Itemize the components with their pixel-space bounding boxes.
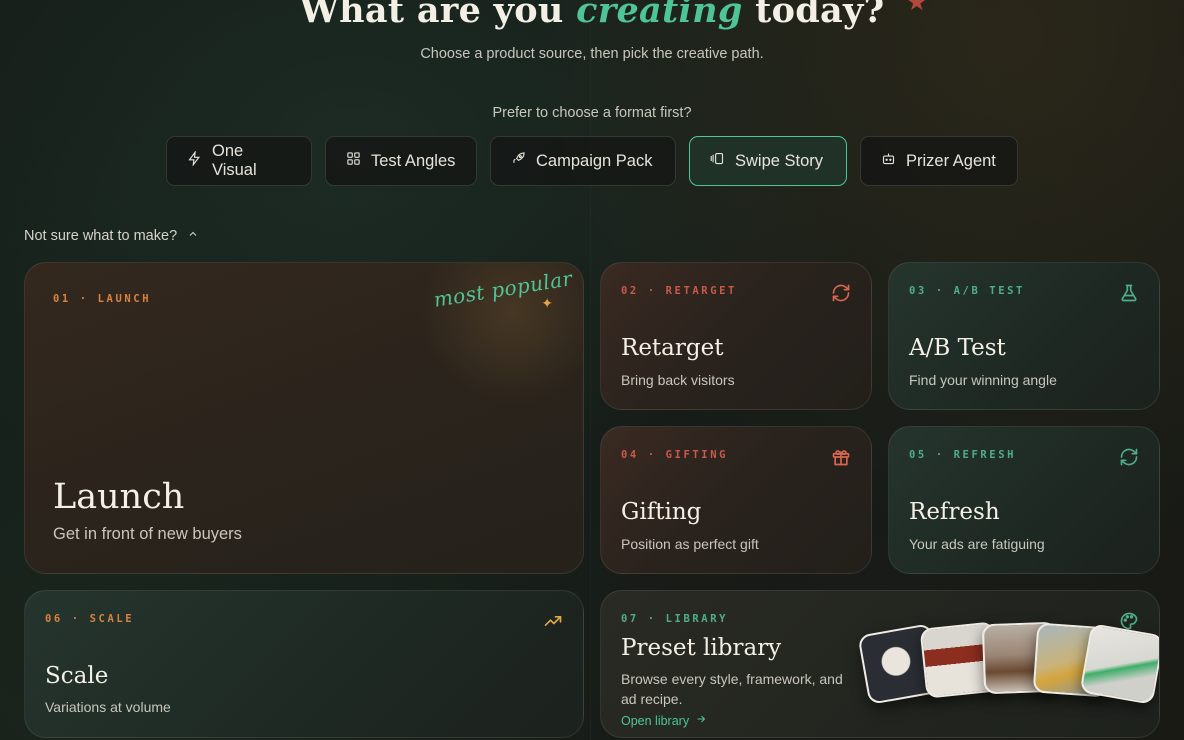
card-subtitle: Browse every style, framework, and ad re…: [621, 671, 843, 707]
card-tag: 07 · LIBRARY: [621, 613, 729, 625]
not-sure-label: Not sure what to make?: [24, 228, 178, 244]
card-tag: 04 · GIFTING: [621, 449, 729, 461]
card-retarget[interactable]: 02 · RETARGET Retarget Bring back visito…: [600, 262, 872, 410]
flask-icon: [1119, 283, 1139, 303]
card-subtitle: Bring back visitors: [621, 372, 735, 388]
format-label: Prizer Agent: [906, 151, 996, 170]
trending-up-icon: [543, 611, 563, 631]
format-prizer-agent-button[interactable]: Prizer Agent: [860, 136, 1018, 186]
format-label: Campaign Pack: [536, 151, 653, 170]
card-tag: 05 · REFRESH: [909, 449, 1017, 461]
format-prompt: Prefer to choose a format first?: [492, 105, 692, 121]
format-label: Test Angles: [371, 151, 456, 170]
card-tag: 06 · SCALE: [45, 613, 135, 625]
card-title: Preset library: [621, 635, 782, 661]
page-subtitle: Choose a product source, then pick the c…: [420, 46, 764, 62]
card-title: Launch: [53, 477, 185, 517]
format-swipe-story-button[interactable]: Swipe Story: [689, 136, 847, 186]
page-title: What are you creating today?: [299, 0, 885, 31]
card-subtitle: Your ads are fatiguing: [909, 536, 1045, 552]
card-title: Retarget: [621, 335, 724, 361]
card-subtitle: Variations at volume: [45, 699, 171, 715]
lightning-icon: [187, 150, 202, 171]
card-title: Gifting: [621, 499, 702, 525]
not-sure-toggle[interactable]: Not sure what to make?: [24, 228, 199, 244]
card-preset-library[interactable]: 07 · LIBRARY Preset library Browse every…: [600, 590, 1160, 738]
chevron-up-icon: [187, 228, 199, 244]
grid-icon: [346, 151, 361, 171]
preset-thumbnail: [1079, 623, 1159, 705]
preset-thumbnails: [857, 621, 1159, 711]
card-title: Scale: [45, 663, 109, 689]
card-launch[interactable]: 01 · LAUNCH most popular ✦ Launch Get in…: [24, 262, 584, 574]
rocket-icon: [511, 151, 526, 171]
open-library-label: Open library: [621, 713, 690, 728]
format-selector: One Visual Test Angles Campaign Pack Swi…: [0, 136, 1184, 186]
refresh-icon: [1119, 447, 1139, 467]
card-tag: 02 · RETARGET: [621, 285, 737, 297]
refresh-icon: [831, 283, 851, 303]
format-campaign-pack-button[interactable]: Campaign Pack: [490, 136, 676, 186]
carousel-icon: [710, 151, 725, 171]
card-subtitle: Position as perfect gift: [621, 536, 759, 552]
card-tag: 01 · LAUNCH: [53, 293, 152, 305]
format-one-visual-button[interactable]: One Visual: [166, 136, 312, 186]
card-title: Refresh: [909, 499, 1000, 525]
gift-icon: [831, 447, 851, 467]
arrow-right-icon: [695, 713, 707, 728]
card-refresh[interactable]: 05 · REFRESH Refresh Your ads are fatigu…: [888, 426, 1160, 574]
card-ab-test[interactable]: 03 · A/B TEST A/B Test Find your winning…: [888, 262, 1160, 410]
format-label: One Visual: [212, 142, 257, 179]
card-tag: 03 · A/B TEST: [909, 285, 1025, 297]
card-gifting[interactable]: 04 · GIFTING Gifting Position as perfect…: [600, 426, 872, 574]
card-subtitle: Get in front of new buyers: [53, 525, 242, 543]
card-title: A/B Test: [909, 335, 1006, 361]
sparkle-icon: ✦: [541, 295, 553, 311]
robot-icon: [881, 151, 896, 171]
format-test-angles-button[interactable]: Test Angles: [325, 136, 477, 186]
format-label: Swipe Story: [735, 151, 824, 170]
open-library-link[interactable]: Open library: [621, 713, 707, 728]
star-icon: ★: [906, 0, 928, 16]
card-scale[interactable]: 06 · SCALE Scale Variations at volume: [24, 590, 584, 738]
card-subtitle: Find your winning angle: [909, 372, 1057, 388]
